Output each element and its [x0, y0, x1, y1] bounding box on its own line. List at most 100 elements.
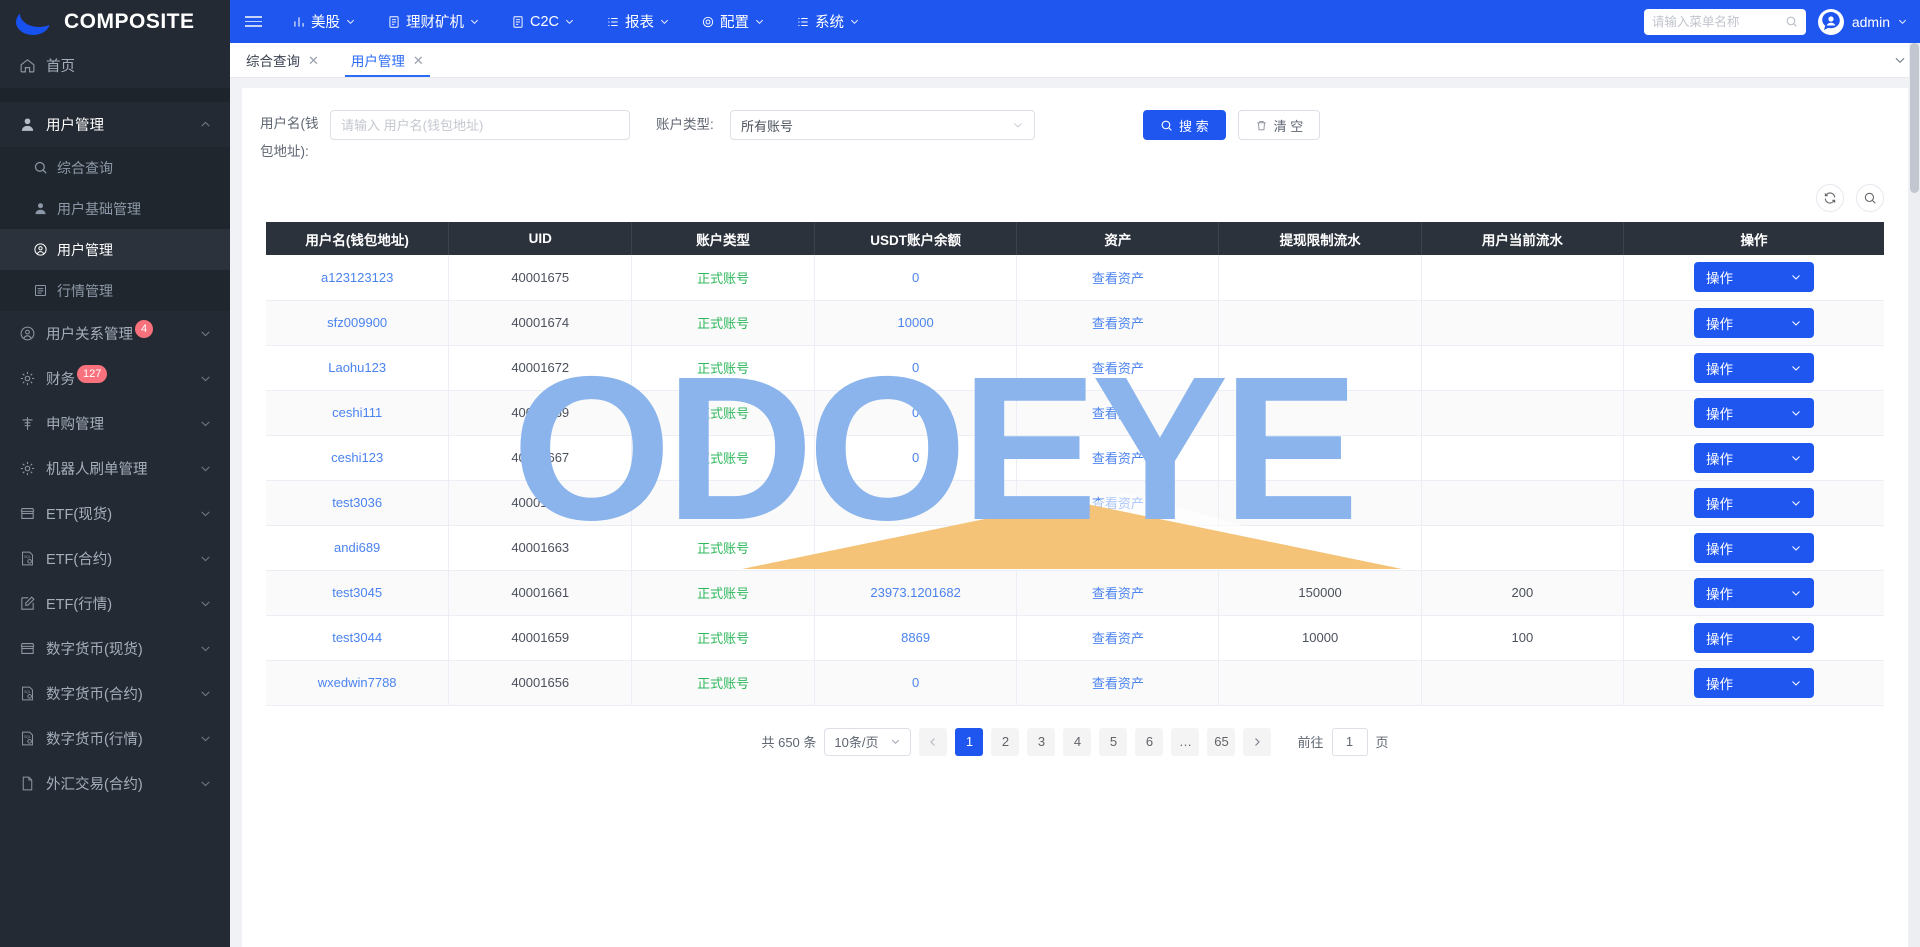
clear-button[interactable]: 清 空 — [1237, 110, 1321, 140]
pagination-next[interactable] — [1243, 727, 1272, 756]
view-assets-link[interactable]: 查看资产 — [1092, 631, 1144, 646]
menu-search-box[interactable] — [1643, 8, 1806, 35]
sidebar-group-finance[interactable]: 财务 127 — [0, 356, 230, 401]
pagination-page[interactable]: 6 — [1135, 727, 1164, 756]
cell-username: test3036 — [266, 480, 450, 526]
view-assets-link[interactable]: 查看资产 — [1092, 586, 1144, 601]
action-button[interactable]: 操作 — [1693, 262, 1814, 293]
pagination-page[interactable]: 65 — [1207, 727, 1236, 756]
sidebar-item-label: 用户基础管理 — [57, 200, 141, 217]
action-button[interactable]: 操作 — [1693, 397, 1814, 428]
action-button[interactable]: 操作 — [1693, 442, 1814, 473]
topnav-item-c2c[interactable]: C2C — [495, 0, 590, 43]
account-type-select[interactable]: 所有账号 — [730, 110, 1035, 140]
sidebar-item-home[interactable]: 首页 — [0, 43, 230, 88]
topnav-item-wealth-mining[interactable]: 理财矿机 — [371, 0, 495, 43]
sidebar-group-subscription-management[interactable]: 申购管理 — [0, 401, 230, 446]
sidebar-group-crypto-spot[interactable]: 数字货币(现货) — [0, 626, 230, 671]
topnav-item-us-stocks[interactable]: 美股 — [276, 0, 371, 43]
tab-comprehensive-query[interactable]: 综合查询 ✕ — [230, 43, 335, 77]
usdt-balance-link[interactable]: 0 — [912, 450, 919, 465]
chevron-down-icon — [199, 642, 212, 655]
sidebar-item-market-management[interactable]: 行情管理 — [0, 270, 230, 311]
view-assets-link[interactable]: 查看资产 — [1092, 361, 1144, 376]
tab-user-management[interactable]: 用户管理 ✕ — [335, 43, 440, 77]
close-icon[interactable]: ✕ — [413, 54, 424, 67]
close-icon[interactable]: ✕ — [308, 54, 319, 67]
sidebar-group-crypto-contract[interactable]: SQL 数字货币(合约) — [0, 671, 230, 716]
username-link[interactable]: ceshi111 — [332, 405, 382, 420]
pagination-page[interactable]: 4 — [1063, 727, 1092, 756]
username-link[interactable]: andi689 — [334, 540, 380, 555]
action-button[interactable]: 操作 — [1693, 307, 1814, 338]
username-link[interactable]: a123123123 — [321, 270, 393, 285]
username-link[interactable]: test3036 — [332, 495, 382, 510]
view-assets-link[interactable]: 查看资产 — [1092, 316, 1144, 331]
usdt-balance-link[interactable]: 0 — [912, 270, 919, 285]
view-assets-link[interactable]: 查看资产 — [1092, 541, 1144, 556]
cell-uid: 40001675 — [448, 255, 633, 301]
view-assets-link[interactable]: 查看资产 — [1092, 406, 1144, 421]
sidebar-group-user-relation-management[interactable]: 用户关系管理 4 — [0, 311, 230, 356]
action-button[interactable]: 操作 — [1693, 487, 1814, 518]
sidebar-item-user-management[interactable]: 用户管理 — [0, 229, 230, 270]
pagination-page[interactable]: 5 — [1099, 727, 1128, 756]
view-assets-link[interactable]: 查看资产 — [1092, 676, 1144, 691]
sidebar-group-crypto-market[interactable]: SQL 数字货币(行情) — [0, 716, 230, 761]
username-link[interactable]: test3045 — [332, 585, 382, 600]
sidebar-item-comprehensive-query[interactable]: 综合查询 — [0, 147, 230, 188]
usdt-balance-link[interactable]: 8869 — [901, 630, 930, 645]
list-icon — [795, 14, 810, 29]
sidebar-group-etf-spot[interactable]: ETF(现货) — [0, 491, 230, 536]
page-scrollbar[interactable] — [1909, 43, 1920, 947]
usdt-balance-link[interactable]: 10000 — [898, 315, 934, 330]
pagination-prev[interactable] — [919, 727, 948, 756]
sidebar-item-user-basic-management[interactable]: 用户基础管理 — [0, 188, 230, 229]
action-button[interactable]: 操作 — [1693, 352, 1814, 383]
scrollbar-thumb[interactable] — [1910, 43, 1919, 193]
username-input[interactable] — [330, 110, 630, 140]
view-assets-link[interactable]: 查看资产 — [1092, 271, 1144, 286]
usdt-balance-link[interactable]: 0 — [912, 540, 919, 555]
usdt-balance-link[interactable]: 0 — [912, 675, 919, 690]
username-link[interactable]: wxedwin7788 — [318, 675, 397, 690]
pagination-jump-input[interactable] — [1331, 727, 1368, 756]
usdt-balance-link[interactable]: 0 — [912, 495, 919, 510]
table-row: sfz009900 40001674 正式账号 10000 查看资产 操作 — [266, 300, 1884, 346]
avatar[interactable] — [1817, 8, 1844, 35]
action-button[interactable]: 操作 — [1693, 532, 1814, 563]
usdt-balance-link[interactable]: 0 — [912, 360, 919, 375]
search-icon[interactable] — [1785, 15, 1798, 28]
hamburger-icon[interactable] — [230, 0, 276, 43]
username-link[interactable]: ceshi123 — [331, 450, 383, 465]
usdt-balance-link[interactable]: 0 — [912, 405, 919, 420]
username-link[interactable]: test3044 — [332, 630, 382, 645]
refresh-button[interactable] — [1816, 184, 1844, 212]
topnav-item-reports[interactable]: 报表 — [590, 0, 685, 43]
view-assets-link[interactable]: 查看资产 — [1092, 451, 1144, 466]
username-link[interactable]: sfz009900 — [327, 315, 387, 330]
pagination-page[interactable]: 1 — [955, 727, 984, 756]
menu-search-input[interactable] — [1651, 14, 1781, 29]
topnav-item-config[interactable]: 配置 — [685, 0, 780, 43]
pagination-ellipsis[interactable]: … — [1171, 727, 1200, 756]
chevron-down-icon[interactable] — [1897, 16, 1908, 27]
sidebar-group-forex-contract[interactable]: 外汇交易(合约) — [0, 761, 230, 806]
usdt-balance-link[interactable]: 23973.1201682 — [870, 585, 960, 600]
pagination-page[interactable]: 2 — [991, 727, 1020, 756]
sidebar-group-etf-contract[interactable]: SQL ETF(合约) — [0, 536, 230, 581]
search-button[interactable]: 搜 索 — [1143, 110, 1226, 140]
sidebar-group-etf-market[interactable]: ETF(行情) — [0, 581, 230, 626]
pagination-page[interactable]: 3 — [1027, 727, 1056, 756]
topnav-item-system[interactable]: 系统 — [780, 0, 875, 43]
action-button[interactable]: 操作 — [1693, 577, 1814, 608]
sidebar-group-user-management[interactable]: 用户管理 — [0, 102, 230, 147]
density-button[interactable] — [1856, 184, 1884, 212]
action-button[interactable]: 操作 — [1693, 622, 1814, 653]
page-size-select[interactable]: 10条/页 — [824, 727, 912, 756]
username-link[interactable]: Laohu123 — [328, 360, 386, 375]
sidebar-group-robot-order-management[interactable]: 机器人刷单管理 — [0, 446, 230, 491]
action-button[interactable]: 操作 — [1693, 667, 1814, 698]
brand-logo-area[interactable]: COMPOSITE — [0, 0, 230, 43]
view-assets-link[interactable]: 查看资产 — [1092, 496, 1144, 511]
